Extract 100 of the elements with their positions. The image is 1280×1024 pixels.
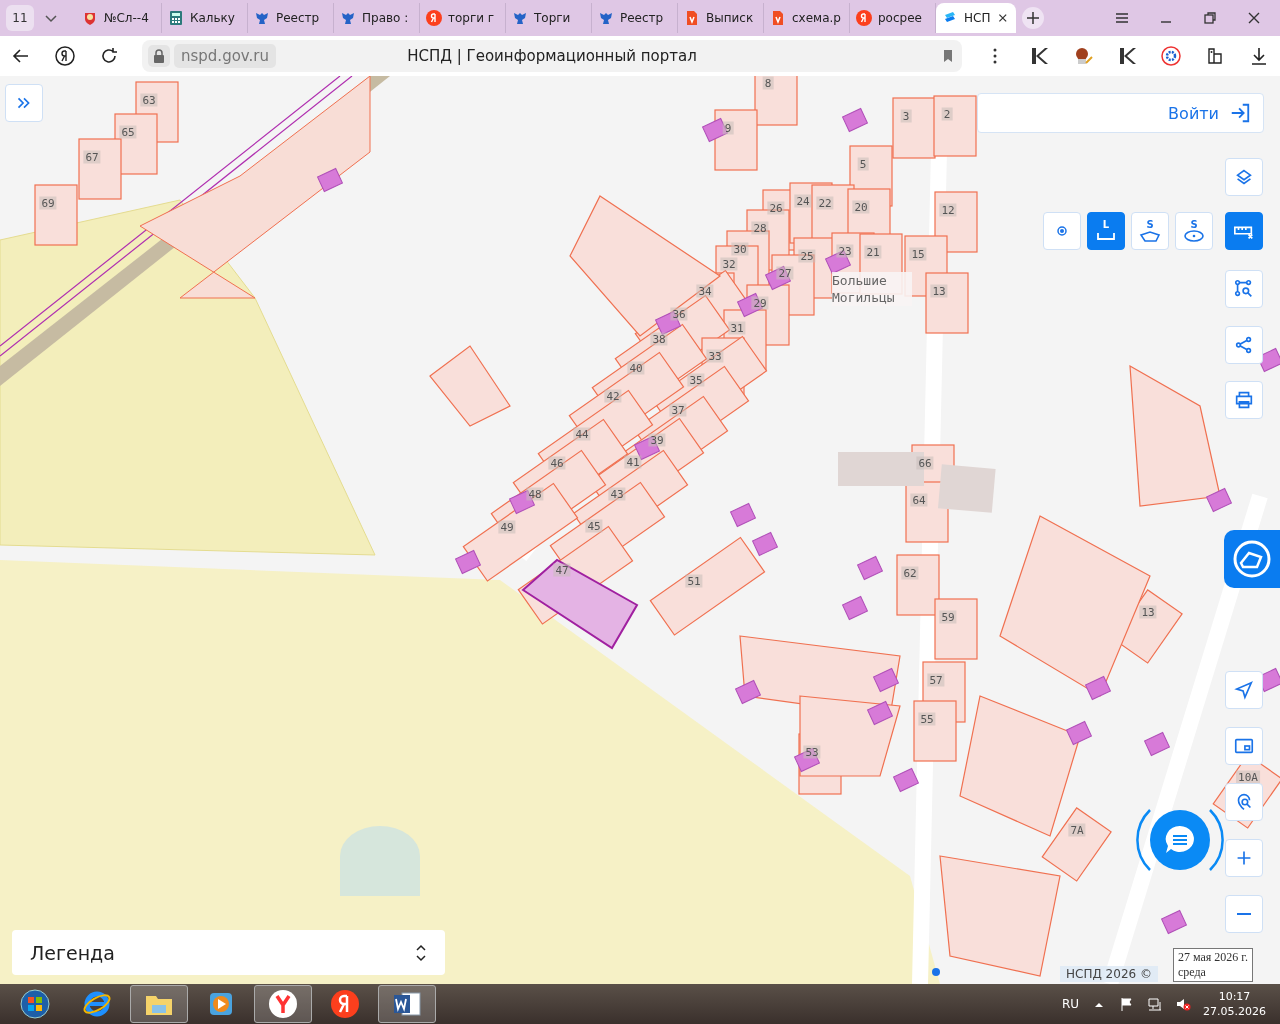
login-button[interactable]: Войти [977, 93, 1264, 133]
folder-icon [146, 996, 172, 1015]
location-dot [932, 968, 940, 976]
side-panel-tab[interactable] [1224, 530, 1280, 588]
house-number-label: 53 [803, 745, 821, 759]
taskbar-app-button[interactable] [378, 985, 436, 1023]
house-number-label: 44 [573, 427, 591, 441]
flag-icon[interactable] [1119, 996, 1135, 1012]
close-icon[interactable] [1246, 10, 1262, 26]
restore-icon[interactable] [1202, 10, 1218, 26]
speaker-muted-icon[interactable] [1175, 996, 1191, 1012]
area-search-button[interactable] [1225, 270, 1263, 308]
browser-tab[interactable]: торги г [420, 3, 506, 33]
house-number-label: 57 [927, 673, 945, 687]
navigation-button[interactable] [1225, 671, 1263, 709]
layers-button[interactable] [1225, 158, 1263, 196]
taskbar-clock[interactable]: 10:17 27.05.2026 [1203, 989, 1266, 1019]
map-pin-logo-icon [1232, 539, 1272, 579]
media-player-icon [210, 993, 232, 1015]
ruler-clear-button[interactable] [1225, 212, 1263, 250]
house-number-label: 35 [687, 373, 705, 387]
browser-tab[interactable]: Реестр [592, 3, 678, 33]
house-number-label: 7А [1068, 823, 1086, 837]
crest-icon [82, 10, 98, 26]
tab-counter[interactable]: 11 [6, 5, 34, 31]
browser-tab[interactable]: Реестр [248, 3, 334, 33]
browser-tab[interactable]: Кальку [162, 3, 248, 33]
place-name-label: Большие Могильцы [832, 272, 912, 306]
yandex-circle-icon[interactable] [54, 45, 76, 67]
network-icon[interactable] [1147, 996, 1163, 1012]
house-number-label: 2 [941, 107, 953, 121]
gear-badge-icon[interactable] [1160, 45, 1182, 67]
house-number-label: 37 [669, 403, 687, 417]
house-number-label: 20 [852, 200, 870, 214]
expand-panel-button[interactable] [5, 84, 43, 122]
taskbar-app-button[interactable] [254, 985, 312, 1023]
house-number-label: 47 [553, 563, 571, 577]
attribution-text: НСПД 2026 © [1060, 966, 1158, 982]
browser-tab[interactable]: Выписк [678, 3, 764, 33]
y-browser-icon [269, 990, 297, 1018]
browser-e-icon [83, 991, 111, 1017]
house-number-label: 29 [751, 296, 769, 310]
measure-tool-button[interactable]: S [1175, 212, 1213, 250]
house-number-label: 22 [816, 196, 834, 210]
house-number-label: 63 [140, 93, 158, 107]
measure-tool-button[interactable]: S [1131, 212, 1169, 250]
house-number-label: 65 [119, 125, 137, 139]
browser-tab[interactable]: схема.р [764, 3, 850, 33]
yandex-icon [331, 990, 359, 1018]
minimap-button[interactable] [1225, 727, 1263, 765]
house-number-label: 13 [1139, 605, 1157, 619]
address-bar[interactable]: nspd.gov.ru НСПД | Геоинформационный портал [142, 40, 962, 72]
house-number-label: 64 [910, 493, 928, 507]
house-number-label: 12 [939, 203, 957, 217]
lock-icon [153, 49, 165, 63]
printer-icon [1233, 389, 1255, 411]
house-number-label: 21 [864, 245, 882, 259]
browser-tab[interactable]: НСП [936, 3, 1016, 33]
polygon-area-icon [1139, 230, 1161, 242]
new-tab-icon[interactable] [1022, 7, 1044, 29]
house-number-label: 48 [526, 487, 544, 501]
house-number-label: 39 [648, 433, 666, 447]
eagle-emblem-icon [598, 10, 614, 26]
house-number-label: 45 [585, 519, 603, 533]
house-number-label: 69 [39, 196, 57, 210]
house-number-label: 15 [909, 247, 927, 261]
location-search-button[interactable] [1225, 783, 1263, 821]
house-number-label: 3 [900, 109, 912, 123]
yandex-icon [856, 10, 872, 26]
house-number-label: 59 [939, 610, 957, 624]
language-indicator[interactable]: RU [1061, 997, 1079, 1011]
print-button[interactable] [1225, 381, 1263, 419]
measure-tool-button[interactable]: L [1087, 212, 1125, 250]
eagle-emblem-icon [254, 10, 270, 26]
sign-in-icon [1229, 102, 1251, 124]
browser-tab[interactable]: Право : [334, 3, 420, 33]
calculator-icon [168, 10, 184, 26]
browser-tab[interactable]: Торги [506, 3, 592, 33]
house-number-label: 42 [604, 389, 622, 403]
house-number-label: 9 [722, 121, 734, 135]
house-number-label: 23 [836, 244, 854, 258]
house-number-label: 36 [670, 307, 688, 321]
date-tooltip: 27 мая 2026 г. среда [1173, 948, 1253, 982]
menu-icon[interactable] [1114, 10, 1130, 26]
house-number-label: 25 [798, 249, 816, 263]
document-icon [770, 10, 786, 26]
navigation-arrow-icon [1233, 679, 1255, 701]
zoom-in-button[interactable] [1225, 839, 1263, 877]
house-number-label: 38 [650, 332, 668, 346]
browser-tab[interactable]: росрее [850, 3, 936, 33]
house-number-label: 34 [696, 284, 714, 298]
house-number-label: 26 [767, 201, 785, 215]
house-number-label: 30 [731, 242, 749, 256]
document-icon [684, 10, 700, 26]
browser-tab[interactable]: №Сл--4 [76, 3, 162, 33]
measure-tool-button[interactable] [1043, 212, 1081, 250]
house-number-label: 8 [762, 76, 774, 90]
area-search-icon [1233, 278, 1255, 300]
legend-panel[interactable]: Легенда [12, 930, 445, 975]
share-button[interactable] [1225, 326, 1263, 364]
